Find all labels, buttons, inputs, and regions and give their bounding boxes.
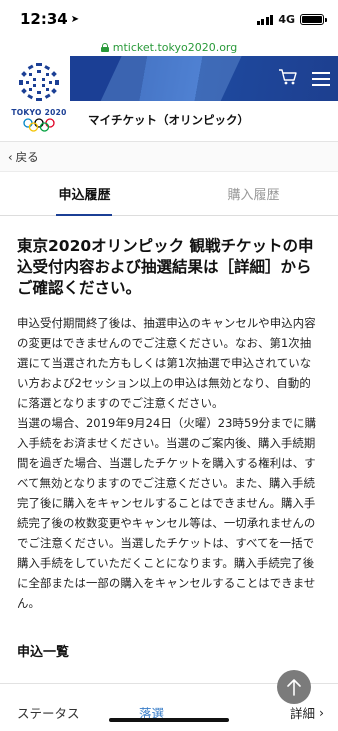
notice-paragraph-1: 申込受付期間終了後は、抽選申込のキャンセルや申込内容の変更はできませんのでご注意… <box>17 316 316 410</box>
home-indicator <box>109 718 229 722</box>
status-indicators: 4G <box>256 12 327 26</box>
detail-label: 詳細 <box>289 705 315 721</box>
status-label: ステータス <box>17 705 80 721</box>
chevron-left-icon: ‹ <box>8 149 13 164</box>
clock: 12:34 <box>20 10 68 28</box>
site-header: TOKYO 2020 マイチケット（オリンピック） <box>0 56 338 142</box>
arrow-up-icon <box>287 679 301 696</box>
url-bar[interactable]: mticket.tokyo2020.org <box>0 38 338 56</box>
scroll-to-top-button[interactable] <box>277 670 311 704</box>
back-label: 戻る <box>15 149 39 164</box>
url-text: mticket.tokyo2020.org <box>112 40 238 54</box>
notice-body: 申込受付期間終了後は、抽選申込のキャンセルや申込内容の変更はできませんのでご注意… <box>17 313 321 613</box>
back-row: ‹ 戻る <box>0 142 338 172</box>
tab-application-history[interactable]: 申込履歴 <box>0 172 169 216</box>
location-arrow-icon: ➤ <box>70 13 80 25</box>
network-type: 4G <box>278 12 295 26</box>
status-time: 12:34 ➤ <box>20 10 79 28</box>
notice-paragraph-2: 当選の場合、2019年9月24日（火曜）23時59分までに購入手続をお済ませくだ… <box>17 416 317 610</box>
detail-link[interactable]: 詳細 › <box>290 703 324 722</box>
lock-icon <box>100 42 109 52</box>
chevron-right-icon: › <box>319 704 324 720</box>
tab-purchase-history[interactable]: 購入履歴 <box>169 172 338 215</box>
emblem-icon <box>19 63 59 101</box>
page-heading: マイチケット（オリンピック） <box>88 113 249 127</box>
header-actions <box>278 56 330 101</box>
application-list-title: 申込一覧 <box>17 645 70 660</box>
logo-text: TOKYO 2020 <box>11 108 67 117</box>
tokyo2020-logo[interactable]: TOKYO 2020 <box>8 62 70 136</box>
cart-icon[interactable] <box>278 68 298 90</box>
olympic-rings-icon <box>23 118 55 132</box>
battery-icon <box>300 13 327 25</box>
back-button[interactable]: ‹ 戻る <box>8 149 39 165</box>
signal-icon <box>256 14 274 25</box>
header-banner <box>70 56 338 101</box>
status-bar: 12:34 ➤ 4G <box>0 0 338 38</box>
history-tabs: 申込履歴 購入履歴 <box>0 172 338 216</box>
main-content: 東京2020オリンピック 観戦チケットの申込受付内容および抽選結果は［詳細］から… <box>0 216 338 660</box>
notice-title: 東京2020オリンピック 観戦チケットの申込受付内容および抽選結果は［詳細］から… <box>17 237 314 297</box>
menu-icon[interactable] <box>312 71 330 86</box>
